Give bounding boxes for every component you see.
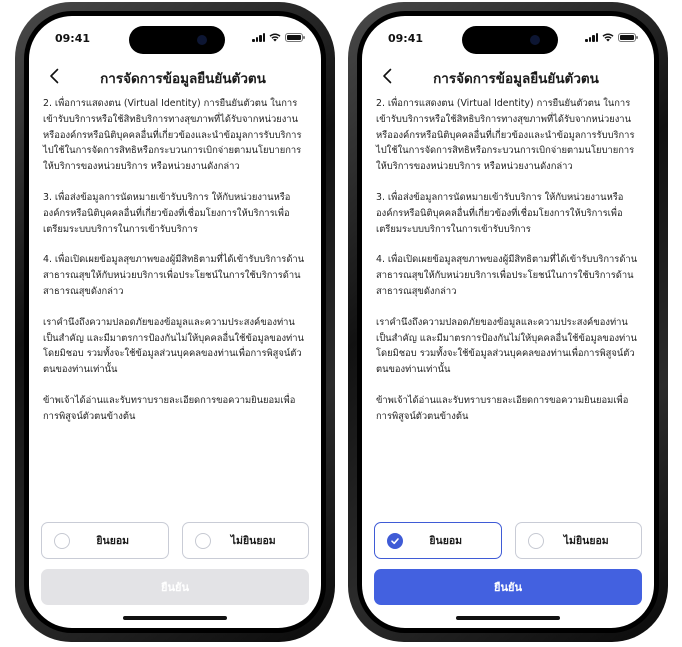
home-indicator (456, 616, 560, 620)
consent-paragraph: ข้าพเจ้าได้อ่านและรับทราบรายละเอียดการขอ… (376, 394, 629, 422)
page-title: การจัดการข้อมูลยืนยันตัวตน (433, 71, 599, 87)
consent-choices: ยินยอม ไม่ยินยอม (41, 522, 309, 559)
accept-option[interactable]: ยินยอม (41, 522, 169, 559)
home-indicator (123, 616, 227, 620)
wifi-icon (269, 33, 281, 42)
phone-bezel: 09:41 การจัดการข้อมูลยืนยันตัวตน 2. เพื่… (24, 11, 326, 633)
dynamic-island (462, 26, 558, 54)
check-icon (387, 532, 403, 549)
status-bar: 09:41 (29, 16, 321, 56)
wifi-icon (602, 33, 614, 42)
dynamic-island (129, 26, 225, 54)
camera-icon (197, 35, 207, 45)
phone-frame-right: 09:41 การจัดการข้อมูลยืนยันตัวตน 2. เพื่… (348, 2, 668, 642)
status-icons (585, 32, 638, 42)
radio-unchecked-icon (54, 532, 70, 549)
consent-screen-unselected: 09:41 การจัดการข้อมูลยืนยันตัวตน 2. เพื่… (29, 16, 321, 628)
page-title: การจัดการข้อมูลยืนยันตัวตน (100, 71, 266, 87)
radio-unchecked-icon (527, 532, 544, 549)
status-time: 09:41 (388, 32, 424, 45)
signal-icon (585, 32, 598, 42)
nav-bar: การจัดการข้อมูลยืนยันตัวตน (362, 64, 654, 90)
consent-choices: ยินยอม ไม่ยินยอม (374, 522, 642, 559)
accept-label: ยินยอม (429, 535, 463, 547)
phone-bezel: 09:41 การจัดการข้อมูลยืนยันตัวตน 2. เพื่… (357, 11, 659, 633)
consent-paragraph: เราคำนึงถึงความปลอดภัยของข้อมูลและความปร… (43, 316, 304, 376)
consent-paragraph: ข้าพเจ้าได้อ่านและรับทราบรายละเอียดการขอ… (43, 394, 296, 422)
decline-label: ไม่ยินยอม (230, 535, 276, 547)
phone-frame-left: 09:41 การจัดการข้อมูลยืนยันตัวตน 2. เพื่… (15, 2, 335, 642)
consent-paragraph: 3. เพื่อส่งข้อมูลการนัดหมายเข้ารับบริการ… (376, 191, 624, 235)
decline-option[interactable]: ไม่ยินยอม (514, 522, 642, 559)
consent-text: 2. เพื่อการแสดงตน (Virtual Identity) การ… (43, 96, 307, 440)
nav-bar: การจัดการข้อมูลยืนยันตัวตน (29, 64, 321, 90)
confirm-button[interactable]: ยืนยัน (374, 569, 642, 605)
consent-paragraph: 4. เพื่อเปิดเผยข้อมูลสุขภาพของผู้มีสิทธิ… (376, 254, 638, 297)
consent-paragraph: 3. เพื่อส่งข้อมูลการนัดหมายเข้ารับบริการ… (43, 191, 291, 235)
accept-option[interactable]: ยินยอม (374, 522, 502, 559)
consent-text: 2. เพื่อการแสดงตน (Virtual Identity) การ… (376, 96, 640, 440)
signal-icon (252, 32, 265, 42)
camera-icon (530, 35, 540, 45)
battery-icon (285, 32, 305, 42)
status-bar: 09:41 (362, 16, 654, 56)
consent-paragraph: 4. เพื่อเปิดเผยข้อมูลสุขภาพของผู้มีสิทธิ… (43, 254, 305, 297)
accept-label: ยินยอม (96, 535, 130, 547)
decline-label: ไม่ยินยอม (563, 535, 609, 547)
consent-paragraph: เราคำนึงถึงความปลอดภัยของข้อมูลและความปร… (376, 316, 637, 376)
consent-screen-selected: 09:41 การจัดการข้อมูลยืนยันตัวตน 2. เพื่… (362, 16, 654, 628)
status-time: 09:41 (55, 32, 91, 45)
radio-unchecked-icon (194, 532, 211, 549)
consent-paragraph: 2. เพื่อการแสดงตน (Virtual Identity) การ… (43, 98, 302, 173)
status-icons (252, 32, 305, 42)
decline-option[interactable]: ไม่ยินยอม (181, 522, 309, 559)
battery-icon (618, 32, 638, 42)
confirm-button-disabled[interactable]: ยืนยัน (41, 569, 309, 605)
consent-paragraph: 2. เพื่อการแสดงตน (Virtual Identity) การ… (376, 98, 635, 173)
